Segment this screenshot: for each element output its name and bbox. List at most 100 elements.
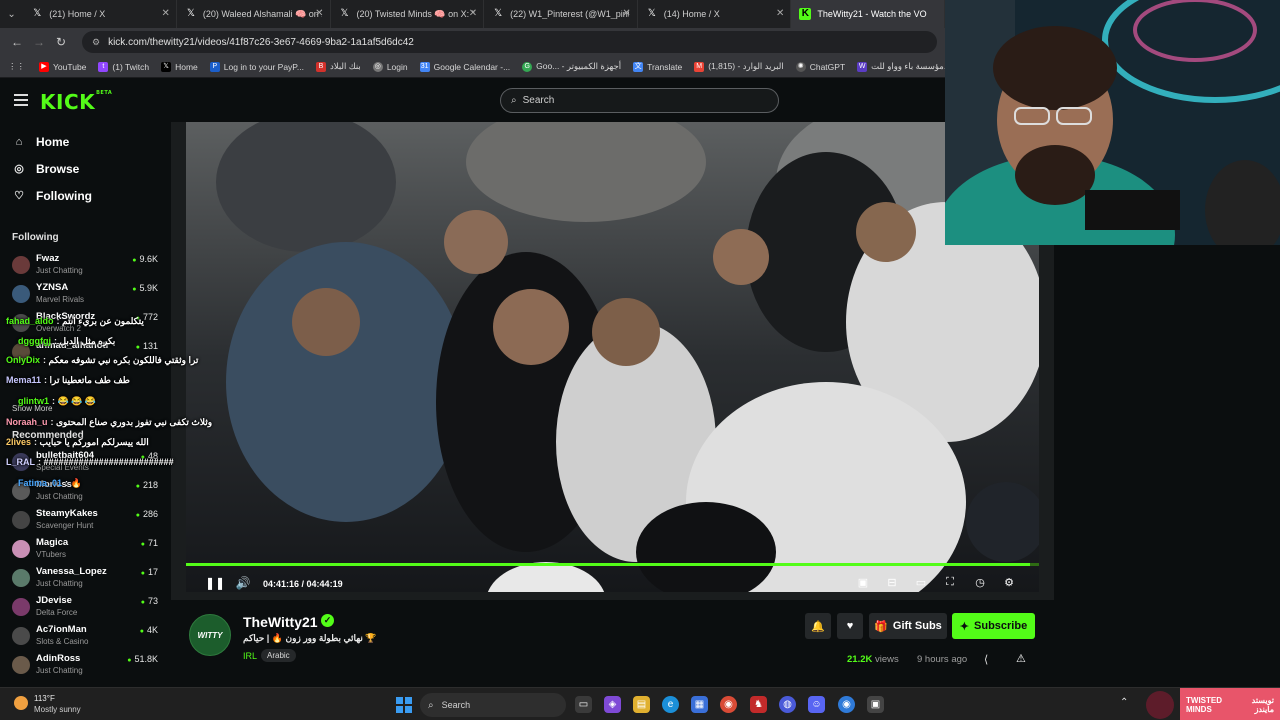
bookmark-foundation[interactable]: Wمؤسسة باء وواو للت... — [857, 61, 951, 72]
nav-following[interactable]: ♡ Following — [0, 182, 170, 209]
browser-tab[interactable]: 𝕏 (20) Waleed Alshamali 🧠 on X: " ✕ — [177, 0, 331, 28]
store-icon[interactable]: ▦ — [691, 696, 708, 713]
language-tag[interactable]: Arabic — [261, 649, 296, 662]
chrome-icon[interactable]: ◉ — [720, 696, 737, 713]
app-icon[interactable]: ◍ — [779, 696, 796, 713]
task-view-icon[interactable]: ▭ — [575, 696, 592, 713]
video-player[interactable]: ❚❚ 🔊 04:41:16 / 04:44:19 ▣ ⊟ ▭ ⛶ ◷ ⚙ — [171, 122, 1054, 600]
gift-subs-button[interactable]: 🎁 Gift Subs — [869, 613, 947, 639]
chrome-icon[interactable]: ◉ — [838, 696, 855, 713]
bookmark-label: (1,815) - البريد الوارد — [708, 61, 784, 71]
file-explorer-icon[interactable]: ▤ — [633, 696, 650, 713]
following-channel[interactable]: Fwaz Just Chatting 9.6K — [0, 251, 170, 280]
nav-home[interactable]: ⌂ Home — [0, 128, 170, 155]
taskbar: 113°F Mostly sunny ⌕ Search ▭ ◈ ▤ e ▦ ◉ ♞… — [0, 687, 1280, 720]
bookmark-login[interactable]: ◎ Login — [372, 61, 408, 72]
stream-info: WITTY TheWitty21 ✓ نهائي بطولة وور زون 🔥… — [171, 600, 1054, 687]
bookmark-calendar[interactable]: 31 Google Calendar -... — [419, 61, 510, 72]
settings-icon[interactable]: ⚙ — [1001, 576, 1017, 589]
theater-icon[interactable]: ⊟ — [884, 576, 900, 589]
browser-tab[interactable]: 𝕏 (22) W1_Pinterest (@W1_pinte ✕ — [484, 0, 638, 28]
x-icon: 𝕏 — [161, 61, 172, 72]
close-tab-icon[interactable]: ✕ — [161, 8, 169, 19]
browser-tab[interactable]: 𝕏 (21) Home / X ✕ — [23, 0, 177, 28]
bookmark-mail[interactable]: M (1,815) - البريد الوارد — [694, 61, 784, 72]
fullscreen-icon[interactable]: ⛶ — [942, 576, 958, 589]
bookmark-translate[interactable]: 文 Translate — [633, 61, 682, 72]
chat-message: Noraah_u: وثلاث تكفى نبي تفوز بدوري صناع… — [6, 417, 213, 427]
chevron-up-icon[interactable]: ⌃ — [1120, 697, 1128, 708]
recommended-channel[interactable]: Ac7ionMan Slots & Casino 4K — [0, 622, 170, 651]
recommended-channel[interactable]: Magica VTubers 71 — [0, 535, 170, 564]
app-icon[interactable]: ♞ — [750, 696, 767, 713]
copilot-icon[interactable]: ◈ — [604, 696, 621, 713]
search-icon: ⌕ — [428, 699, 434, 711]
tab-title: (20) Waleed Alshamali 🧠 on X: " — [202, 8, 322, 19]
chat-username: OnlyDix — [6, 355, 41, 365]
channel-category: Scavenger Hunt — [36, 521, 94, 530]
compass-icon: ◎ — [14, 163, 24, 175]
brand-text: TWISTED MINDS — [1186, 695, 1222, 714]
channel-category: Marvel Rivals — [36, 295, 85, 304]
verified-icon: ✓ — [321, 614, 334, 627]
app-icon[interactable]: ▣ — [867, 696, 884, 713]
browser-tab[interactable]: 𝕏 (20) Twisted Minds 🧠 on X: " ✕ — [331, 0, 485, 28]
bookmark-twitch[interactable]: t (1) Twitch — [98, 61, 149, 72]
bookmarks-bar: ⋮⋮ ▶ YouTube t (1) Twitch 𝕏 Home P Log in to… — [0, 56, 951, 78]
close-tab-icon[interactable]: ✕ — [622, 8, 630, 19]
subscribe-button[interactable]: ✦ Subscribe — [952, 613, 1035, 639]
current-time: 04:41:16 — [263, 579, 300, 589]
recommended-channel[interactable]: Vanessa_Lopez Just Chatting 17 — [0, 564, 170, 593]
taskbar-search[interactable]: ⌕ Search — [420, 693, 566, 717]
start-button[interactable] — [396, 697, 412, 713]
gift-icon: 🎁 — [874, 620, 888, 633]
browser-tab-bar: ⌄ 𝕏 (21) Home / X ✕ 𝕏 (20) Waleed Alsham… — [0, 0, 945, 28]
recommended-channel[interactable]: AdinRoss Just Chatting 51.8K — [0, 651, 170, 680]
apps-icon[interactable]: ⋮⋮ — [8, 61, 25, 72]
bookmark-youtube[interactable]: ▶ YouTube — [39, 61, 86, 72]
search-input[interactable]: ⌕ Search — [500, 88, 779, 113]
recommended-channel[interactable]: SteamyKakes Scavenger Hunt 286 — [0, 506, 170, 535]
channel-avatar[interactable]: WITTY — [189, 614, 231, 656]
weather-icon[interactable] — [14, 696, 28, 710]
bookmark-home[interactable]: 𝕏 Home — [161, 61, 198, 72]
close-tab-icon[interactable]: ✕ — [776, 8, 784, 19]
report-icon[interactable]: ⚠ — [1016, 652, 1026, 665]
chat-message: dgggfgj: بكره مثل الدبل — [18, 336, 116, 346]
time-ago: 9 hours ago — [917, 654, 968, 665]
paypal-icon: P — [209, 61, 220, 72]
volume-icon[interactable]: 🔊 — [235, 576, 251, 590]
speed-icon[interactable]: ◷ — [972, 576, 988, 589]
kick-logo[interactable]: KICKBETA — [40, 90, 112, 114]
channel-name[interactable]: TheWitty21 — [243, 614, 318, 630]
nav-browse[interactable]: ◎ Browse — [0, 155, 170, 182]
bookmark-paypal[interactable]: P Log in to your PayP... — [209, 61, 304, 72]
back-icon[interactable]: ← — [6, 35, 28, 49]
site-info-icon[interactable]: ⚙ — [92, 37, 100, 48]
bookmark-chatgpt[interactable]: ✺ ChatGPT — [795, 61, 845, 72]
forward-icon[interactable]: → — [28, 35, 50, 49]
tab-search-icon[interactable]: ⌄ — [0, 9, 23, 20]
pip-icon[interactable]: ▣ — [855, 576, 871, 589]
reload-icon[interactable]: ↻ — [50, 35, 72, 49]
heart-icon[interactable]: ♥ — [837, 613, 863, 639]
video-frame[interactable] — [186, 122, 1039, 592]
edge-icon[interactable]: e — [662, 696, 679, 713]
cinema-icon[interactable]: ▭ — [913, 576, 929, 589]
bookmark-google[interactable]: G Goo... - أجهزة الكمبيوتر — [522, 61, 621, 72]
discord-icon[interactable]: ☺ — [808, 696, 825, 713]
menu-icon[interactable] — [14, 94, 28, 106]
pause-icon[interactable]: ❚❚ — [205, 576, 225, 590]
browser-tab[interactable]: 𝕏 (14) Home / X ✕ — [638, 0, 792, 28]
recommended-channel[interactable]: JDevise Delta Force 73 — [0, 593, 170, 622]
close-tab-icon[interactable]: ✕ — [469, 8, 477, 19]
bell-icon[interactable]: 🔔 — [805, 613, 831, 639]
category-link[interactable]: IRL — [243, 651, 257, 661]
close-tab-icon[interactable]: ✕ — [315, 8, 323, 19]
browser-tab-active[interactable]: K TheWitty21 - Watch the VO — [791, 0, 945, 28]
following-channel[interactable]: YZNSA Marvel Rivals 5.9K — [0, 280, 170, 309]
bookmark-bank[interactable]: B بنك البلاد — [315, 61, 361, 72]
url-field[interactable]: ⚙ kick.com/thewitty21/videos/41f87c26-3e… — [82, 31, 937, 53]
share-icon[interactable]: ⟨ — [984, 653, 988, 666]
seek-bar[interactable] — [186, 563, 1039, 566]
